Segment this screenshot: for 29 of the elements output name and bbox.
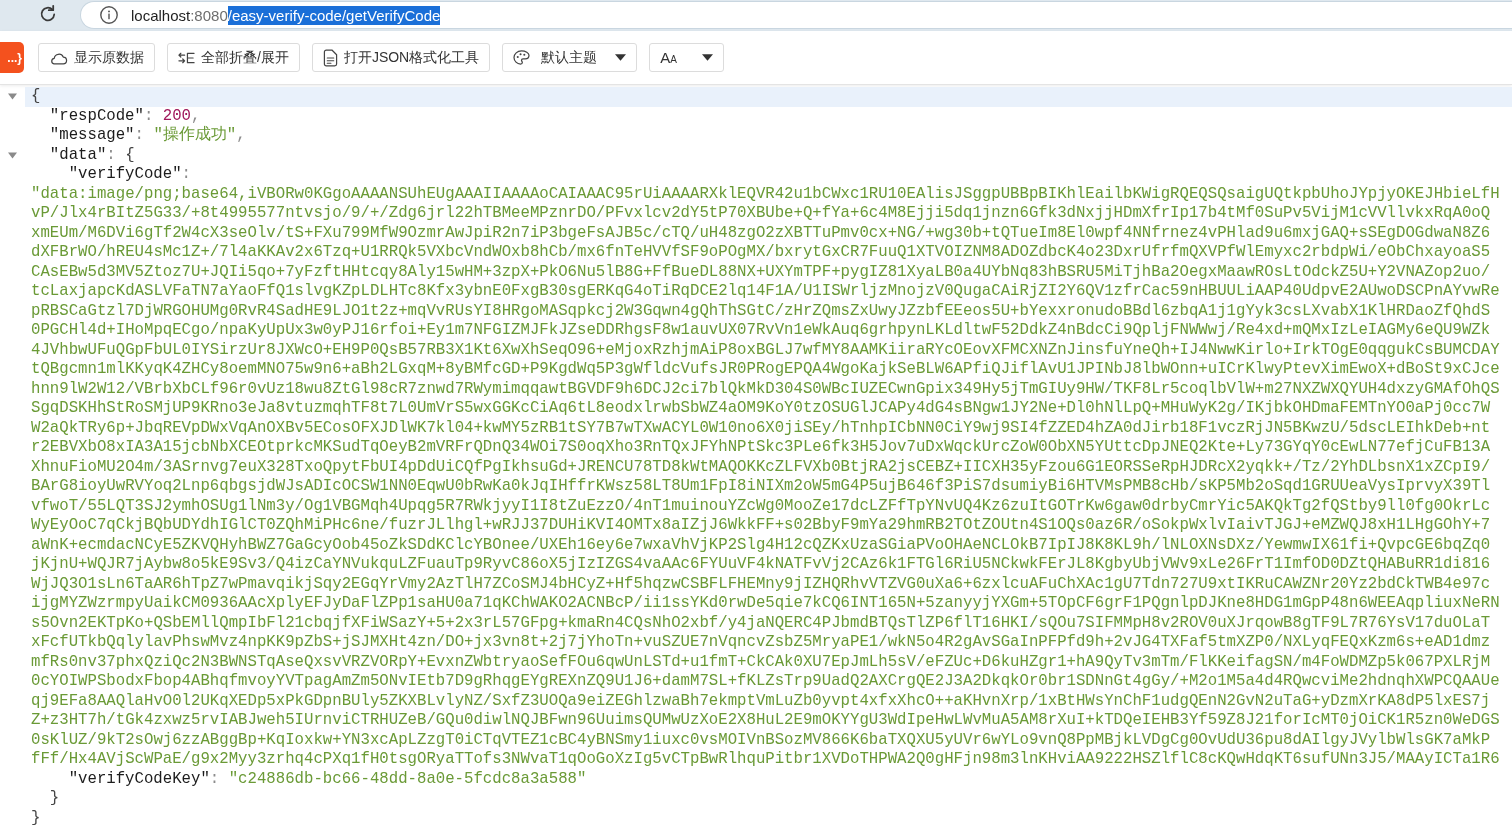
dropdown-caret-icon <box>702 54 714 61</box>
close-brace: } <box>31 808 41 827</box>
json-key: "respCode": <box>49 106 154 125</box>
theme-dropdown[interactable]: 默认主题 <box>502 43 638 72</box>
string-value: "c24886db-bc66-48dd-8a0e-5fcdc8a3a588" <box>228 769 587 788</box>
refresh-icon[interactable] <box>38 4 58 24</box>
palette-icon <box>513 50 531 65</box>
url-text: localhost:8080 <box>131 6 228 24</box>
extension-logo: ...} <box>0 42 24 73</box>
base64-string-value: "data:image/png;base64,iVBORw0KGgoAAAANSUhEUgAAAIIAAAAoCAIAAAC95rUiAAAARXklEQVR42u1bCWxc1RU10EAlisJSggpUBBpBIKhlEailbKWigRQEQSQsaigUQtkpbUhoJYpjyOKEJHbieLfH vP/Jlx4rBItZ5G33/+8t4995577ntvsjo/9/+/Zdg6jrl22hTBMeeMPznrDO/PFvxlcv2dY5tP70XBUbe+Q+fYa+6c4M8Ejji5dq1jnzn6Gfk3dNxjjHDmXfrIp17b4tMf0SuPv5VijM1cVVllvkxRqA0oQ xmEUm/M6DVi6gTf2W4cX3seOlv/tS+FXu799MfW9OzmrAwJpiR2n7iP3bgeFsAJB5c/cTQ/uH48zgO2zXBTTuPmv0cx+NG/+wg30b+tQTueIm8El0wpf4NNfrnez4vPHlad9u6mxjGAQ+sSEgDOGdwaN8Z6 dXFBrWO/hREU4sMc1Z+/7l4aKKAv2x6Tzq+U1RRQk5VXbcVndWOxb8hCb/mx6fnTeHVVfSF9oPOgMX/bxrytGxCR7FuuQ1XTVOIZNM8ADOZdbcK4o23DxrUfrfmQXVPfWlEmyxc2rbdpWi/eObChxayoaS5 CAsEBw5d3MV5Ztoz7U+JQIi5qo+7yFzftHHtcqy8Aly15wHM+3zpX+PkO6Nu5lB8G+FfBueDL88NX+UXYmTPF+pygIZ81XyaLB0a4UYbNq83hBSRU5MiTjhBa2OegxMaawROsLtOdckZ5U+Y2VNAZop2uo/ tcLaxjapcKdASLVFaTN7aYaoFfQ1slvgKZpLDLHTc8Kfx3ybnE0FxgB30sgERKqG4oTiRqDCE2lq14F1A/U1ISWrljzMnojzV0QugaCAiRjZI2Y6QV1zfrCac59nHBUULiAAP40UdpvE2AUwoDSCPnAYvwRe pRBSCaGtzl7DjWRGOHUMg0RvR4SadHE9LJO1t2z+mqVvRUsYI8HRgoMASqpkcj2W3Gqwn4gQhThSGtC/zHrZQmsZxUwyJZzbfEEeos5U+bYexxronudoBBdl6zbqA1j1gYyk3csLXvabX1KlHRDaoZfQhdS 0PGCHl4d+IHoMpqECgo/npaKyUpUx3w0yPJ16rfoi+Ey1m7NFGIZMJFkJZseDDRhgsF8w1auvUX07RvVn1eWkAuq6grhpynLKLdltwF52DdkZ4nBdcCi9QpljFNWWwj/Re4xd+mQMxIzLeIAGMy6eQU9WZk 4JVhbwUFuQGpFbUL0IYSirzUr8JXWcO+EH9P0QsB57RB3X1Kt6XwXhSeqO96+eMjoxRzhjmAiP8oxBGLJ7wfMY8AAMKiiraRYcOEovXFMCXNZnJinsfuYneQh+IJ4NwwKirlo+IrkTOgE0qqgukCsBUMCDAY tQBgcmn1mlKKyqK4ZHCy8oemMNO75w9n6+aBh2LGxqM+8yBMfcGD+P9KgdWq5P3gWfldcVufsJR0PRogEPQA4WgoKajkSeBLW6APfiQJiflAvU1JPINbJ8lbWOnn+uICrKlwyPtevXimEwoX+dBoSt9xCJce hnn9lW2W12/VBrbXbCLf96r0vUz18wu8ZtGl98cR7znwd7RWymimqqawtBGVDF9h6DCJ2ci7blQkMkD304S0WBcIUZECwnGpix349Hy5jTmGIUy9HW/TKF8Lr5coqlbVlW+m27NXZWXQYUH4dxzyGMAfOhQS SgqDSKHhStRoSMjUP9KRno3eJa8vtuzmqhTF8t7L0UmVrS5wxGGKcCiAq6tL8eodxlrwbSbWZ4aOM9KoY0tzOSUGlJCAPy4dG4sBNgw1JY2Ne+Dl0hNlLpQ+MHuWyK2g/IKjbkOHDmaFEMTnYO0aPj0cc7W W2aQkTRy6p+JbqREVpDWxVqAnOXBv5ECosOFXJDlWK7kl04+kwMY5zRB1tSY7B7wTXwACYL0W10no6X0jiSEy/hTnhpICbNN0CiY9wj9SI4fZZED4hZA0dJirb18F1vczRjJN5BKwzU/5dscLEIhkDeb+nt r2EBVXbO8xIA3A15jcbNbXCEOtprkcMKSudTqOeyB2mVRFrQDnQ34WOi7S0oqXho3RnTQxJFYhNPtSkc3PLe6fk3H5Jov7uDxWqckUrcZoW0ObXN5YUttcDpJNEQ2Kte+Ly73GYqY0cEwLN77efjCuFB13A XhnuFioMU2O4m/3ASrnvg7euX328TxoQpytFbUI4pDdUiCQfPgIkhsuGd+JRENCU78TD8kWtMAQOKKcZLFVXb0BtjRA2jsCEBZ+IICXH35yFzou6G1EORSSeRpHJDRcX2yqkk+/Tz/2YhDLbsnX1xZCpI9/ BArG8ioyUwRVYoq2Lnp6qbgsjdWJsADIcOCSW1NN0EqwU0bRwKa0kJqIHffrKWsz58LT8Um1FpI8iNIXm2oW5mG4P5ujB646f3PiS7dsumiyBi6HTVMsPMB8cHb/sKP5Mb2oSqd1GRUUeaVysIprvyX39Tl vfwoT/55LQT3SJ2ymhOSUg1lNm3y/Og1VBGMqh4Upqg5R7RWkjyyI1I8tZuEzzO/4nT1muinouYZcWg0MooZe17dcLZFfTpYNvUQ4Kz6zuItGOTrKw6gaw0drbyCmrYic5AKQkTg2fQStby9ll0fg0OkrLc WyEyOoC7qCkjBQbUDYdhIGlCT0ZQhMiPHc6ne/fuzrJLlhgl+wRJJ37DUHiKVI4OMTx8aIZjJ6WkkFF+s02BbyF9mYa29hmRB2TOtZOUtn4S1OQs0az6R/oSokpWxlvIaivTJGJ+eMZWQJ8xH1LHgGOhY+7 aWnK+ecmdacNCyE5ZKVQHyhBWZ7GaGcyOob45oZkSDdKClcYBOnee/UXEh16ey6e7wxaVhVjKP2Slg4H12cQZKxUzaSGiaPVoOHAeNCLOkB7IpIJ8K8KL9h/lNLOXNsDXz/YewmwIX61fi+QvpcGE6bqZq0 jKjnU+WQJR7jAybw8o5kE9Sv3/Q4izCaYNVukquLZFuauTp9RyvC86oX5jIzIZGS4vaAAc6FYUuVF4kNATFvVj2CAz6k1FTGl6RiU5NCkwkFErJL8KgbyUbjVWv9xLe26FrT1ImfOD0DZtQHABuRR1di816 WjJQ3O1sLn6TaAR6hTpZ7wPmavqikjSqy2EGqYrVmy2AzTlH7ZCoSMJ4bHCyZ+Hf5hqzwCSBFLFHEMny9jIZHQRhvVTZVG0uXa6+6zxlcuAFuChXAc1gU7Tdn727U9xtIKRuCAWZNr20Yz2bdCkTWB4e97c ijgMYZWzrmpyUaikCM0936AAcXplyEFJyDaFlZPp1saHU0a71qKChWAKO2ACNBcP/ii1ssYKd0rwDe5qie7kCQ6INT165N+5zanyyjYXGm+5TOpCF6grF1PQgnlpDJKne8HDG1mGpP48n6WEEAqpliuxNeRN s5Ovn2EKTpKo+QSbEMllQmpIbFl21cbqjfXFiWSazY+5+2x3rL57GFpg+kmaRn4CQsNhO2xbf/y4jaNQERC4PJbmdBTQsTlZP6flT16HKI/sQOu7SIFMMpH8v2ROV0uXJrqowB8gTF9L7R76YsV17duOLaT xFcfUTkbQqlylavPhswMvz4npKK9pZbS+jSJMXHt4zn/DO+jx3vn8t+2j7jYhoTn+vuSZUE7nVqncvZsbZ5MryaPE1/wkN5o4R2gAvSGaInPFPfd9h+2vJG4TXFaf5tmXZP0/NXLyqFEQxKzm6s+eAD1dmz mfRs0nv37phxQziQc2N3BWNSTqAseQxsvVRZVORpY+EvxnZWbtryaoSefFOu6qwUnLSTd+u1fmT+CkCAk0XU7EpJmLh5sV/eFZUc+D6kuHZgr1+hA9QyTv3mTm/FlKKeifagSN/m4FoWDMZp5k067PXLRjM 0cYOIWPSbodxFbop4ABhqfmvoyYVTpagAmZm5ONvIEtb7D9gRhqgEYgREXnZQ9U1J6+damM7SL+fKLZsTrp9UadQ2AXCrgQE2J3A2DkqkOr0br1SDNnGt4gGy/+M2o1M5a4d4RQwcviMe2hdnqhXWPCQAAUe qj9EFa8AAQlaHvO0l2UKqXEDp5xPkGDpnBUly5ZKXBLvlyNZ/SxfZ3UOQa9eiZEGhlzwaBh7ekmptVmLuZb0yvpt4xfxXhcO++aKHvnXrp/1xBtHWsYnChF1udgQEnN2GvN2uTaG+yDzmXrKA8dP5lxES7j Z+z3HT7h/tGk4zxwz5rvIABJweh5IUrnviCTRHUZeB/GQu0diwlNQJBFwn96UuimsQUMwUzXoE2X8HuL2E9mOKYYgU3WdIpeHwLWvMuA5AM8rXuI+kTDQeIEHB3Yf59Z8J21forIcMT0jOiCK1R5zn0WeDGS 0sKlUZ/9kT2sOwj6zzABggBp+KqIoxkw+YN3xcApLZzgT0iCTqVTEZ1cBC4yBNSmy1iuxc0vsMOIVnBSozMV866K6baTXQXU5yUVr6wYLo9vnQ8PpMBjkLVDgCg0OvUdU36pu8dAIlgyJVylbWlsGK7aMkP fFf/Hx4AVjScWPaE/g9x2Myy3zrhq4cPXq1fH0tsgORyaTTofs3NWvaT1qOoGoXzIg5vCTpBwRlhquPitbr1XVDoTHPWA2Q0gHFjn98m3lnKHviAA9222HSZlflC8cKQwHdqKT6sufUNn3J5/MAAyICTa1R6 <box>31 184 1501 770</box>
raw-data-button[interactable]: 显示原数据 <box>38 43 155 72</box>
dropdown-caret-icon <box>615 54 627 61</box>
collapse-expand-button[interactable]: 全部折叠/展开 <box>167 43 300 72</box>
info-icon[interactable] <box>100 6 118 24</box>
json-key: "message": <box>49 126 144 144</box>
close-brace: } <box>49 789 60 807</box>
caret-icon[interactable] <box>8 151 17 159</box>
json-key: "data": <box>49 145 116 164</box>
json-tool-button[interactable]: 打开JSON格式化工具 <box>311 43 491 72</box>
json-key: "verifyCode": <box>68 165 192 183</box>
number-value: 200, <box>162 106 201 125</box>
font-size-dropdown[interactable]: AA <box>649 43 725 72</box>
json-key: "verifyCodeKey": <box>68 769 220 788</box>
caret-icon[interactable] <box>8 93 17 101</box>
open-brace: { <box>31 87 41 105</box>
open-brace: { <box>125 145 135 164</box>
string-value: "操作成功", <box>153 126 246 144</box>
collapse-lines-icon <box>178 51 195 64</box>
file-icon <box>322 48 338 67</box>
